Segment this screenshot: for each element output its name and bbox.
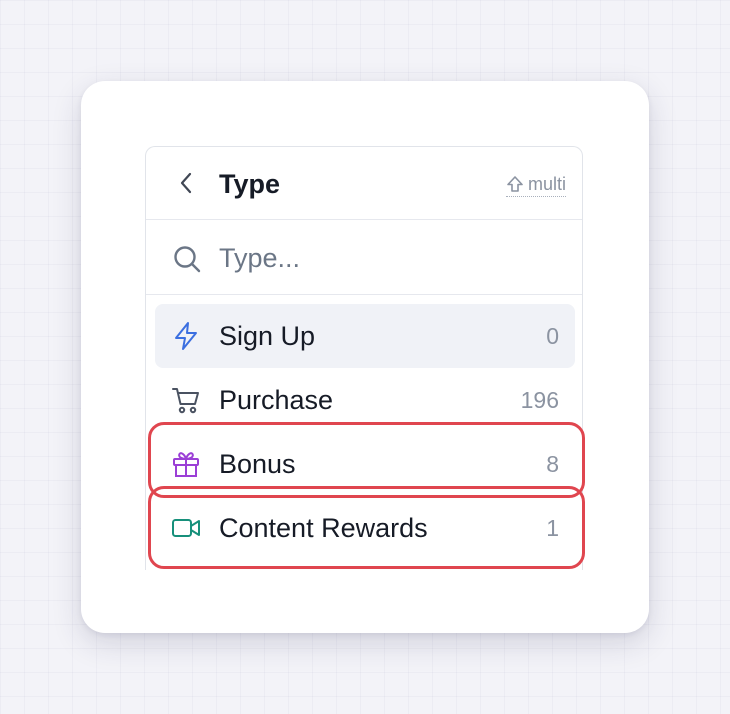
item-count: 1 [546, 515, 559, 541]
search-bar [146, 220, 582, 295]
chevron-left-icon [180, 172, 192, 194]
gift-icon [173, 452, 199, 477]
search-input[interactable] [219, 240, 559, 276]
list-item-content-rewards[interactable]: Content Rewards 1 [155, 496, 575, 560]
page-title: Type [219, 169, 281, 199]
lightning-icon [175, 322, 197, 350]
item-count: 8 [546, 451, 559, 477]
multi-label: multi [527, 174, 566, 194]
item-label: Bonus [219, 449, 296, 479]
video-camera-icon [172, 519, 200, 537]
item-label: Content Rewards [219, 513, 428, 543]
list-item-purchase[interactable]: Purchase 196 [155, 368, 575, 432]
shift-icon [507, 176, 523, 192]
dropdown-header: Type multi [146, 147, 582, 220]
item-count: 196 [520, 387, 559, 413]
item-label: Purchase [219, 385, 334, 415]
type-filter-dropdown: Type multi Sign Up 0 Purchase 196 [145, 146, 583, 570]
search-icon [174, 246, 201, 273]
cart-icon [172, 388, 199, 414]
back-button[interactable] [172, 169, 200, 197]
list-item-bonus[interactable]: Bonus 8 [155, 432, 575, 496]
item-label: Sign Up [219, 321, 316, 351]
multi-select-hint: multi [505, 173, 566, 197]
list-item-sign-up[interactable]: Sign Up 0 [155, 304, 575, 368]
item-count: 0 [546, 323, 559, 349]
